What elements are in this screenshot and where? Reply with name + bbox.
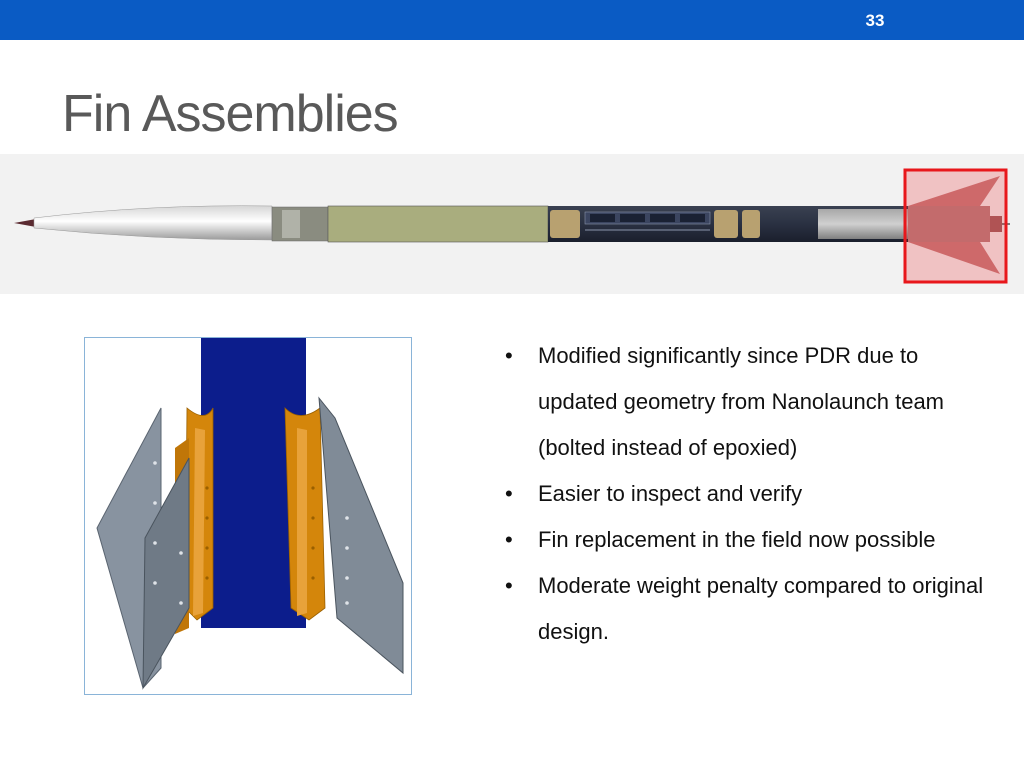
page-number: 33 <box>865 11 885 30</box>
motor-casing <box>818 209 908 239</box>
bullet-list: • Modified significantly since PDR due to… <box>503 333 1003 655</box>
nose-tip <box>14 219 36 227</box>
fin-highlight-box <box>903 168 1008 284</box>
fin-assembly-drawing <box>96 338 404 690</box>
bullet-item: • Easier to inspect and verify <box>505 481 803 506</box>
bullet-item: • Moderate weight penalty compared to ori… <box>505 573 984 644</box>
fin-right <box>318 396 404 675</box>
slide-title: Fin Assemblies <box>62 85 399 143</box>
nose-cone <box>33 205 273 241</box>
payload-bay <box>327 205 549 243</box>
rocket-cutaway-image <box>0 154 1024 294</box>
bullet-item: • Fin replacement in the field now possib… <box>505 527 936 552</box>
header-bar: 33 <box>0 0 1024 40</box>
bullet-item: • Modified significantly since PDR due to… <box>505 343 945 460</box>
rocket-drawing <box>14 168 1010 284</box>
fin-assembly-render <box>84 337 412 695</box>
